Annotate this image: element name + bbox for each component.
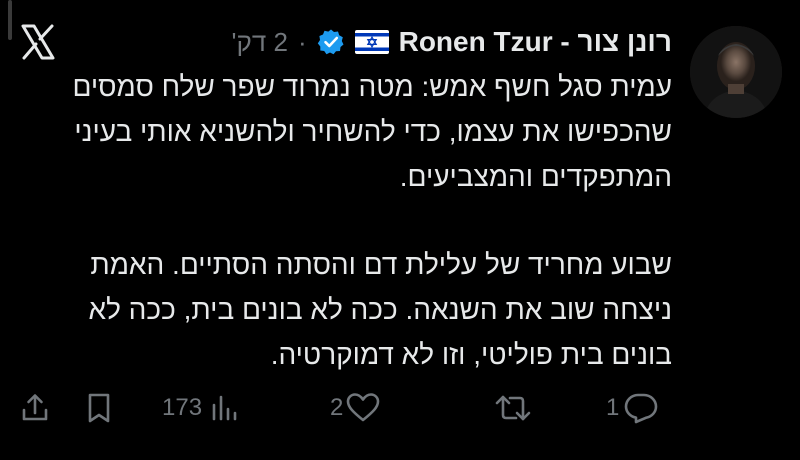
bookmark-icon xyxy=(82,391,116,425)
like-button[interactable]: 2 xyxy=(330,388,381,428)
action-bar: 173 2 1 xyxy=(18,388,678,428)
share-icon xyxy=(18,391,52,425)
replies-count: 1 xyxy=(606,394,620,421)
retweet-button[interactable] xyxy=(494,388,532,428)
tweet-header: Ronen Tzur - רונן צור · 2 דק' xyxy=(232,22,672,62)
heart-icon xyxy=(345,391,381,425)
israel-flag-icon xyxy=(354,30,389,54)
author-name[interactable]: Ronen Tzur - רונן צור xyxy=(399,26,672,58)
meta-separator: · xyxy=(297,26,307,57)
views-button[interactable]: 173 xyxy=(162,388,242,428)
verified-badge-icon xyxy=(317,28,345,56)
avatar[interactable] xyxy=(690,26,782,118)
views-icon xyxy=(208,391,242,425)
timestamp[interactable]: 2 דק' xyxy=(232,27,288,58)
tweet-paragraph: עמית סגל חשף אמש: מטה נמרוד שפר שלח סמסי… xyxy=(72,71,672,192)
views-count: 173 xyxy=(162,394,203,421)
bookmark-button[interactable] xyxy=(82,388,116,428)
tweet-text: עמית סגל חשף אמש: מטה נמרוד שפר שלח סמסי… xyxy=(22,64,672,377)
reply-icon xyxy=(623,391,659,425)
share-button[interactable] xyxy=(18,388,52,428)
likes-count: 2 xyxy=(330,394,344,421)
retweet-icon xyxy=(494,391,532,425)
x-logo-icon[interactable] xyxy=(18,22,58,62)
reply-button[interactable]: 1 xyxy=(606,388,659,428)
tweet-paragraph: שבוע מחריד של עלילת דם והסתה הסתיים. האמ… xyxy=(88,249,672,370)
window-edge-accent xyxy=(8,0,12,40)
